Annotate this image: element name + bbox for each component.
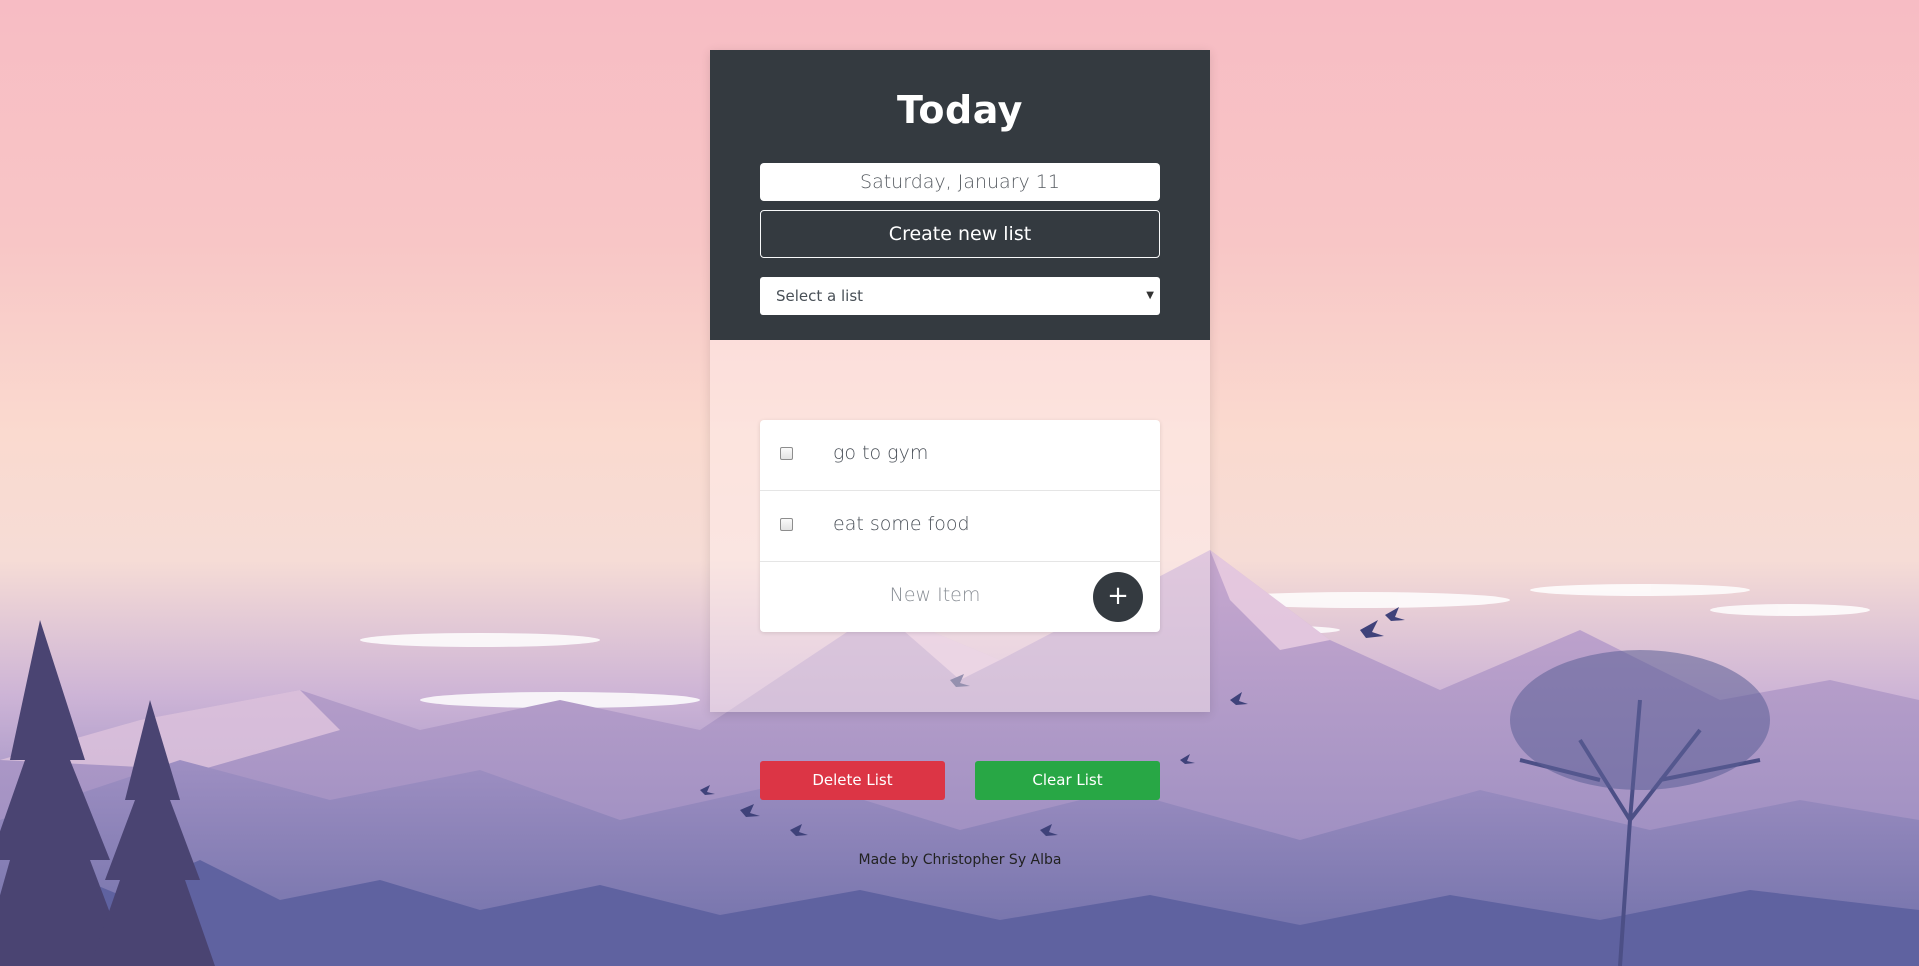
clear-list-button[interactable]: Clear List	[975, 761, 1160, 800]
todo-list: go to gym eat some food New Item +	[760, 420, 1160, 632]
item-text: go to gym	[833, 442, 929, 464]
caret-down-icon: ▼	[1146, 290, 1154, 301]
item-checkbox[interactable]	[780, 447, 793, 460]
delete-list-button[interactable]: Delete List	[760, 761, 945, 800]
create-new-list-button[interactable]: Create new list	[760, 210, 1160, 258]
card-header: Today Saturday, January 11 Create new li…	[710, 50, 1210, 340]
list-select-value: Select a list	[776, 287, 864, 305]
list-item: eat some food	[760, 491, 1160, 562]
todo-card: Today Saturday, January 11 Create new li…	[710, 50, 1210, 712]
list-item: go to gym	[760, 420, 1160, 491]
item-checkbox[interactable]	[780, 518, 793, 531]
new-item-input[interactable]: New Item	[760, 584, 1110, 606]
page-title: Today	[897, 88, 1023, 132]
item-text: eat some food	[833, 513, 970, 535]
add-item-button[interactable]: +	[1093, 572, 1143, 622]
plus-icon: +	[1107, 581, 1129, 611]
new-item-row: New Item +	[760, 562, 1160, 632]
list-select[interactable]: Select a list ▼	[760, 277, 1160, 315]
date-display: Saturday, January 11	[760, 163, 1160, 201]
card-body: go to gym eat some food New Item +	[710, 340, 1210, 712]
footer-credit: Made by Christopher Sy Alba	[858, 852, 1062, 868]
